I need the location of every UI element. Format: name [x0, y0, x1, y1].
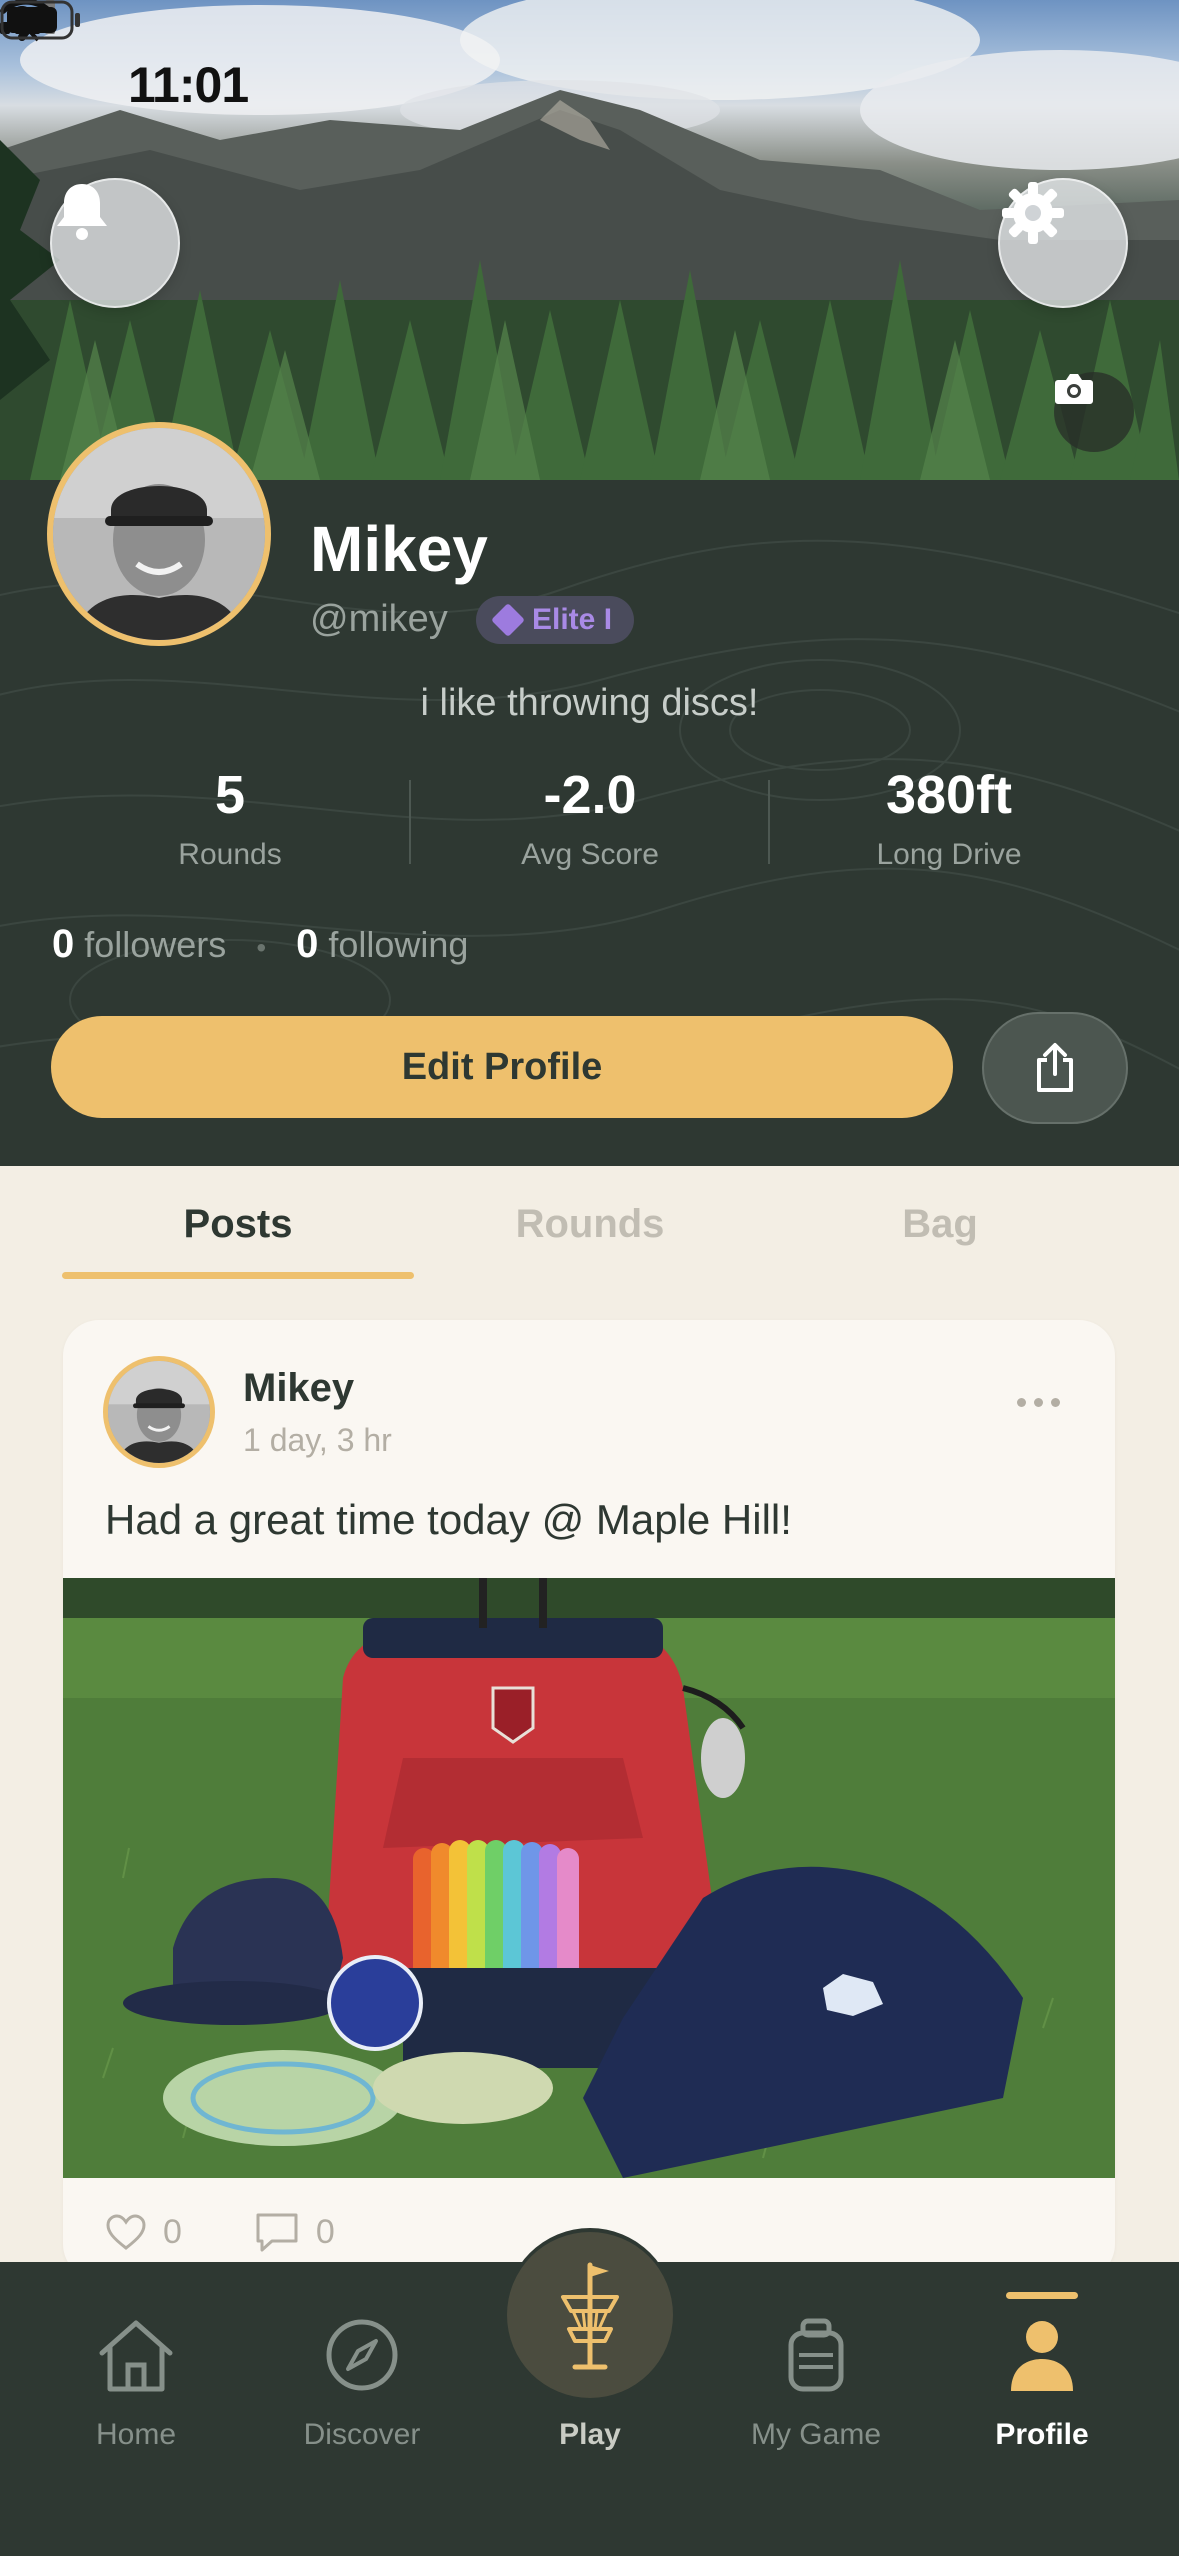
nav-discover[interactable]: Discover: [262, 2310, 462, 2452]
nav-profile[interactable]: Profile: [942, 2310, 1142, 2452]
stat-rounds[interactable]: 5 Rounds: [80, 764, 380, 872]
comment-icon: [256, 2213, 298, 2252]
more-dot: [1050, 1397, 1060, 1407]
compass-icon: [326, 2319, 398, 2391]
follow-counts: 0 followers • 0 following: [52, 922, 468, 967]
more-options-button[interactable]: [1003, 1384, 1073, 1420]
comment-count: 0: [315, 2212, 335, 2251]
stat-label: Avg Score: [521, 838, 659, 871]
tier-badge-label: Elite I: [532, 603, 613, 636]
stat-divider: [768, 780, 770, 864]
active-nav-indicator: [1006, 2292, 1078, 2299]
tab-posts[interactable]: Posts: [62, 1202, 414, 1247]
post-photo[interactable]: [63, 1578, 1115, 2178]
settings-button[interactable]: [998, 178, 1128, 308]
tier-badge[interactable]: Elite I: [476, 596, 635, 644]
camera-icon: [1055, 374, 1093, 404]
stat-label: Rounds: [178, 838, 282, 871]
gear-icon: [1002, 182, 1064, 244]
diamond-icon: [491, 603, 525, 637]
profile-bio: i like throwing discs!: [420, 682, 759, 724]
stat-avg-score[interactable]: -2.0 Avg Score: [440, 764, 740, 872]
separator-dot: •: [256, 932, 267, 963]
status-time: 11:01: [128, 57, 249, 113]
post-avatar[interactable]: [103, 1356, 215, 1468]
post-timestamp: 1 day, 3 hr: [243, 1422, 392, 1458]
post-text: Had a great time today @ Maple Hill!: [105, 1496, 792, 1543]
person-icon: [1011, 2321, 1073, 2391]
stat-value: 380ft: [885, 765, 1013, 825]
nav-label: My Game: [750, 2418, 882, 2451]
play-button-circle: [507, 2232, 673, 2398]
followers-link[interactable]: 0 followers: [52, 922, 226, 967]
home-icon: [99, 2320, 173, 2392]
share-profile-button[interactable]: [982, 1012, 1128, 1124]
stat-divider: [409, 780, 411, 864]
edit-profile-button[interactable]: Edit Profile: [51, 1016, 953, 1118]
post-actions: 0 0: [105, 2202, 407, 2262]
battery-icon: [0, 0, 80, 40]
stat-long-drive[interactable]: 380ft Long Drive: [799, 764, 1099, 872]
status-bar: 11:01: [0, 0, 1179, 160]
tab-bag[interactable]: Bag: [764, 1202, 1116, 1247]
like-count: 0: [163, 2212, 182, 2251]
avatar-photo: [53, 428, 265, 640]
active-tab-indicator: [62, 1272, 414, 1279]
like-button[interactable]: 0: [105, 2213, 182, 2252]
following-count: 0: [296, 922, 319, 966]
nav-label: Profile: [995, 2418, 1089, 2451]
heart-icon: [106, 2214, 146, 2250]
profile-name: Mikey: [310, 513, 488, 585]
bag-icon: [788, 2318, 844, 2392]
stat-value: -2.0: [543, 765, 637, 825]
followers-label: followers: [84, 924, 227, 965]
more-dot: [1033, 1397, 1043, 1407]
following-label: following: [328, 924, 469, 965]
profile-avatar[interactable]: [47, 422, 271, 646]
share-icon: [1037, 1043, 1073, 1092]
nav-play[interactable]: [505, 2230, 675, 2400]
nav-play-label: Play: [559, 2418, 621, 2451]
profile-handle: @mikey: [310, 598, 448, 640]
post-image: [63, 1578, 1115, 2178]
comment-button[interactable]: 0: [254, 2211, 335, 2253]
post-author[interactable]: Mikey: [243, 1366, 354, 1411]
more-dot: [1016, 1397, 1026, 1407]
following-link[interactable]: 0 following: [296, 922, 468, 967]
disc-golf-basket-icon: [561, 2262, 619, 2370]
nav-my-game[interactable]: My Game: [716, 2310, 916, 2452]
post-card[interactable]: Mikey 1 day, 3 hr Had a great time today…: [63, 1320, 1115, 2280]
notifications-button[interactable]: [50, 178, 180, 308]
nav-home[interactable]: Home: [36, 2310, 236, 2452]
cover-photo: 11:01: [0, 0, 1179, 480]
avatar-photo: [108, 1361, 210, 1463]
bell-icon: [57, 184, 107, 240]
change-cover-button[interactable]: [1054, 372, 1134, 452]
followers-count: 0: [52, 922, 75, 966]
profile-stats: 5 Rounds -2.0 Avg Score 380ft Long Drive: [0, 764, 1179, 884]
stat-value: 5: [214, 765, 246, 825]
tab-rounds[interactable]: Rounds: [414, 1202, 766, 1247]
nav-label: Home: [95, 2418, 177, 2451]
profile-tabs: Posts Rounds Bag: [0, 1166, 1179, 1284]
nav-label: Discover: [303, 2418, 421, 2451]
stat-label: Long Drive: [876, 838, 1022, 871]
